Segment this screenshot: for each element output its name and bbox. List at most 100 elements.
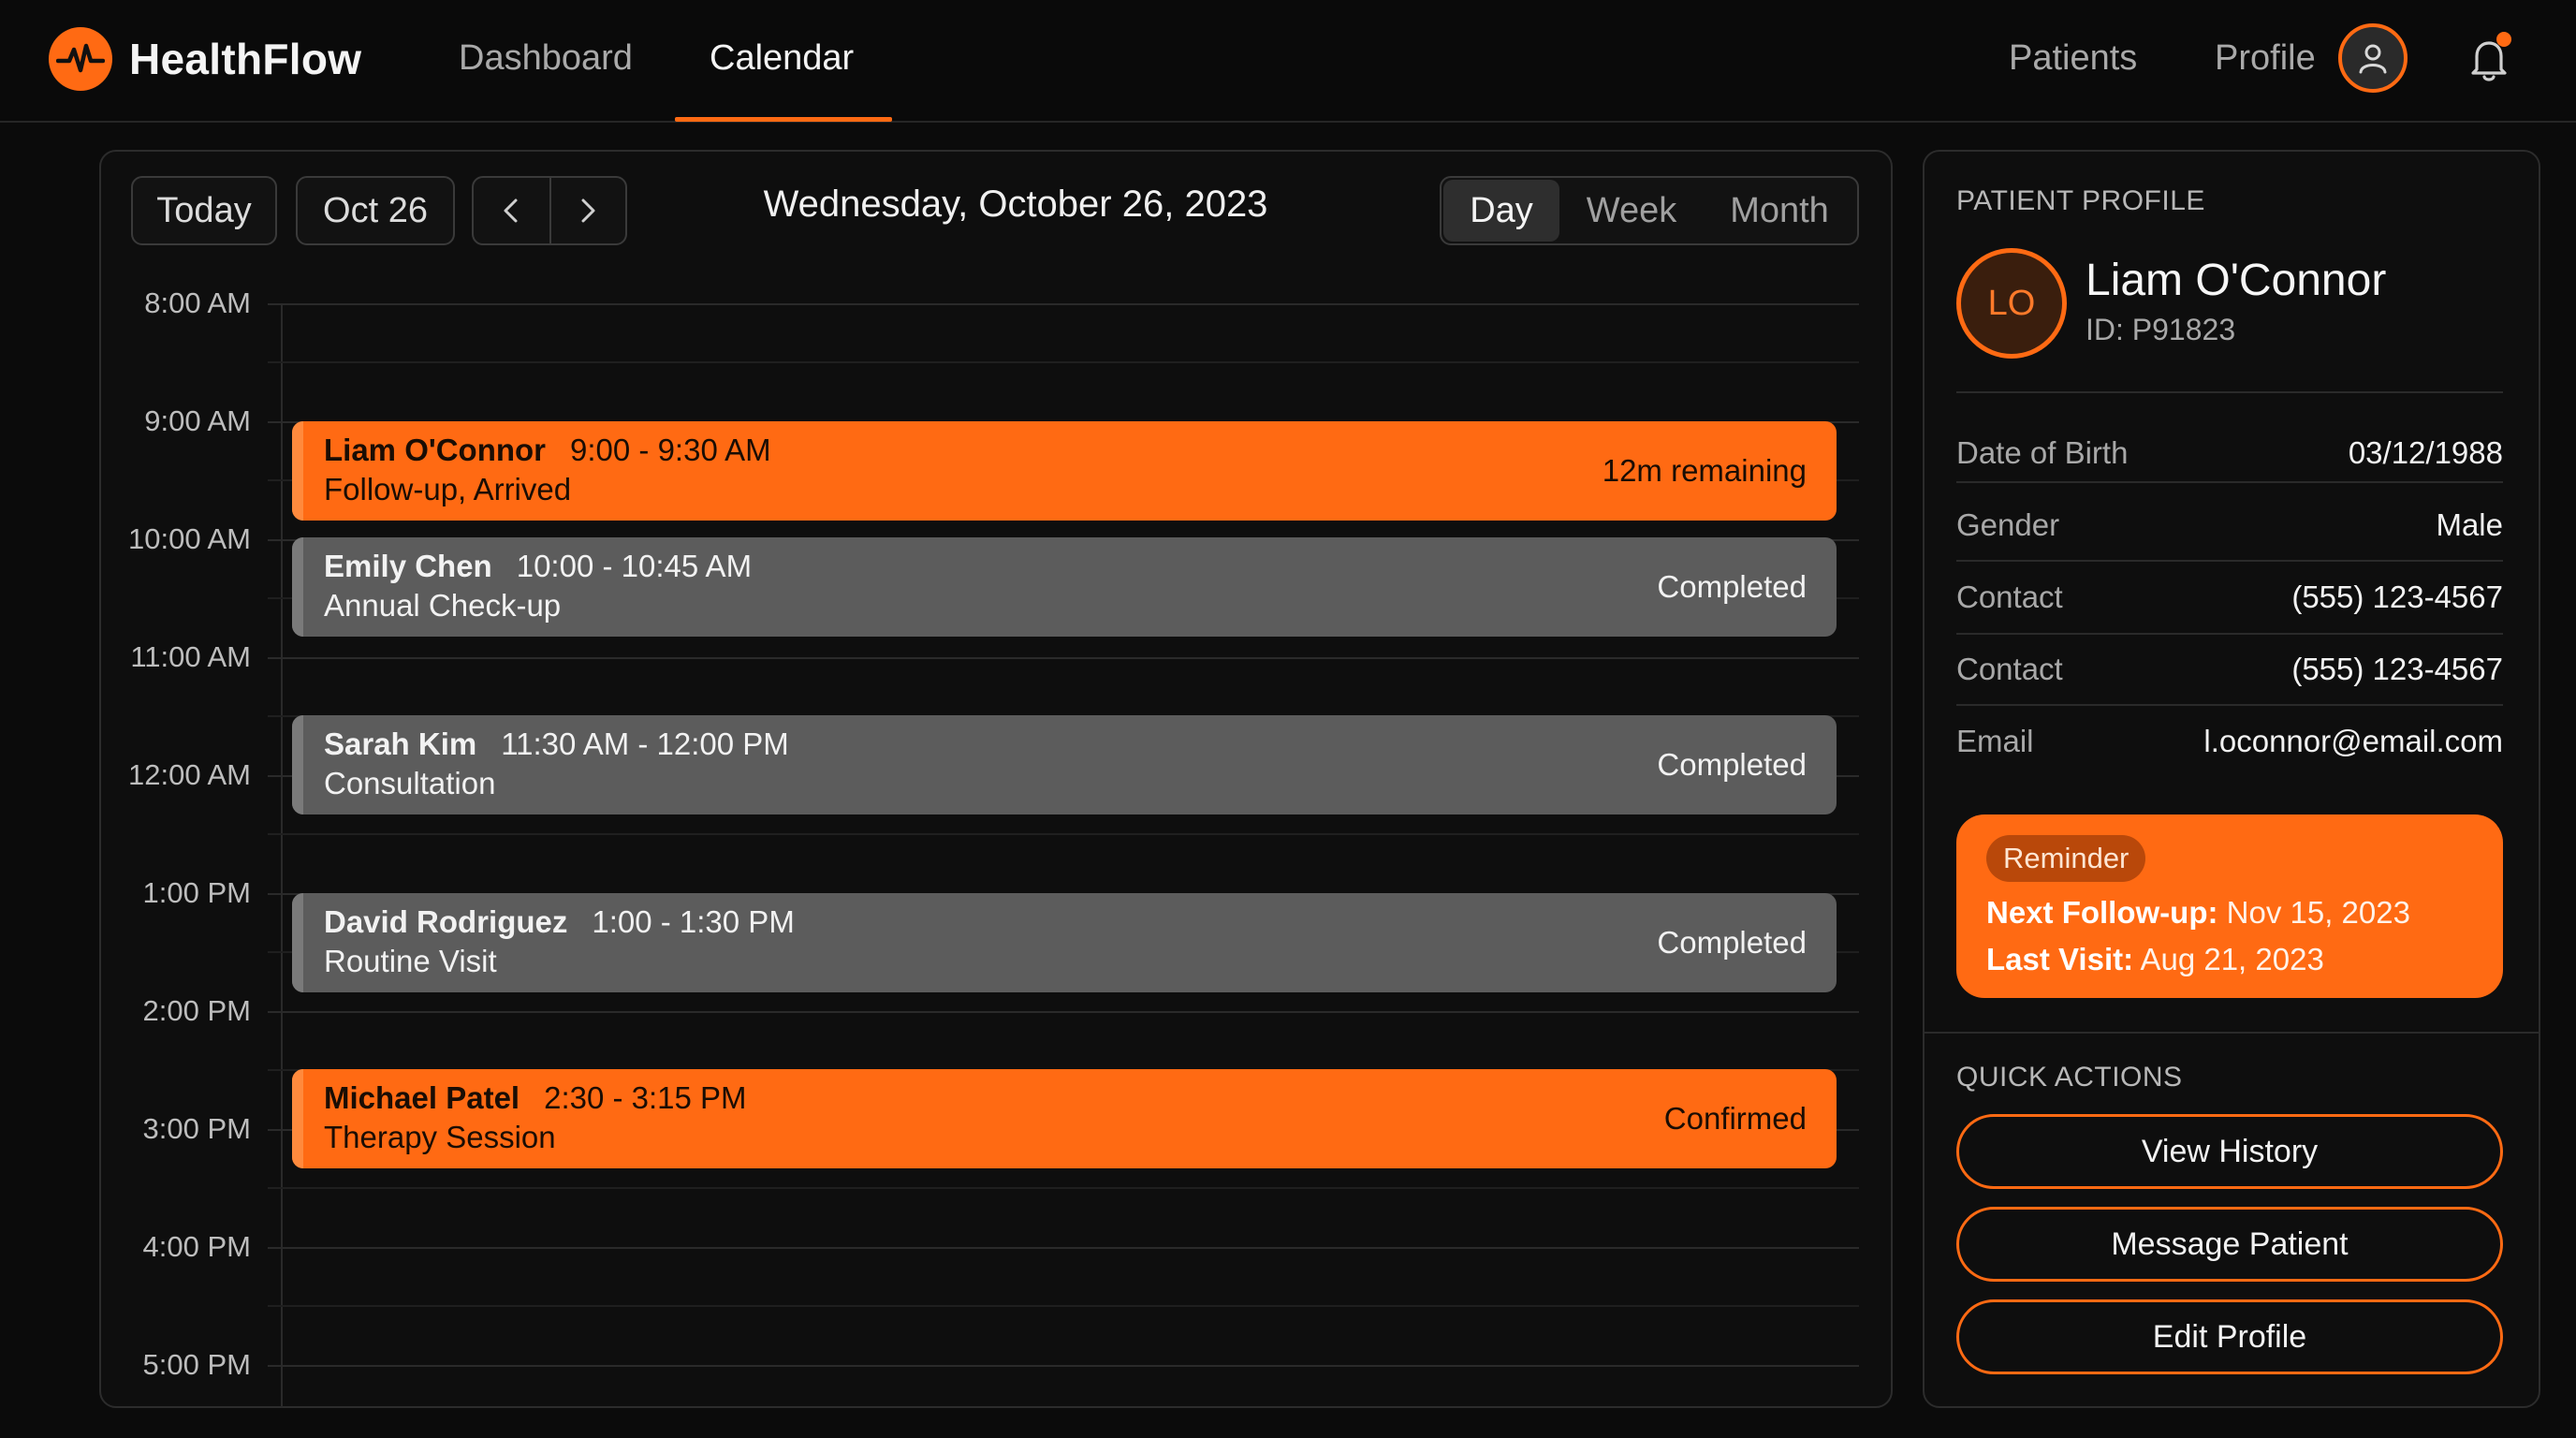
chevron-right-icon[interactable] xyxy=(549,178,625,243)
next-followup-value: Nov 15, 2023 xyxy=(2226,895,2410,930)
appointment-card[interactable]: Sarah Kim 11:30 AM - 12:00 PM Consultatio… xyxy=(292,715,1837,814)
info-row-email: Email l.oconnor@email.com xyxy=(1956,713,2503,770)
view-week[interactable]: Week xyxy=(1559,180,1704,242)
info-value: (555) 123-4567 xyxy=(2291,580,2503,614)
view-history-button[interactable]: View History xyxy=(1956,1114,2503,1189)
time-label: 8:00 AM xyxy=(144,286,251,319)
message-patient-button[interactable]: Message Patient xyxy=(1956,1207,2503,1282)
notification-dot xyxy=(2496,32,2511,47)
divider xyxy=(1956,391,2503,393)
active-tab-indicator xyxy=(675,117,892,122)
appointment-detail: Routine Visit xyxy=(324,944,497,978)
time-label: 5:00 PM xyxy=(142,1348,251,1381)
time-label: 11:00 AM xyxy=(130,640,251,673)
divider xyxy=(1956,633,2503,635)
info-row-contact: Contact (555) 123-4567 xyxy=(1956,569,2503,625)
info-value: 03/12/1988 xyxy=(2348,435,2503,470)
info-value[interactable]: l.oconnor@email.com xyxy=(2203,724,2503,759)
brand[interactable]: HealthFlow xyxy=(49,26,361,92)
appointment-patient: David Rodriguez xyxy=(324,904,568,939)
time-label: 4:00 PM xyxy=(142,1230,251,1263)
view-month[interactable]: Month xyxy=(1704,180,1855,242)
reminder-card: Reminder Next Follow-up: Nov 15, 2023 La… xyxy=(1956,814,2503,998)
view-toggle: Day Week Month xyxy=(1440,176,1859,245)
time-label: 2:00 PM xyxy=(142,994,251,1027)
appointment-status: Completed xyxy=(1657,925,1807,960)
appointment-time: 11:30 AM - 12:00 PM xyxy=(501,726,789,761)
avatar-initials: LO xyxy=(1987,283,2036,323)
appointment-card[interactable]: Michael Patel 2:30 - 3:15 PM Therapy Sess… xyxy=(292,1069,1837,1168)
appointment-card[interactable]: Emily Chen 10:00 - 10:45 AM Annual Check-… xyxy=(292,537,1837,637)
next-followup-label: Next Follow-up: xyxy=(1986,895,2218,930)
profile-section-title: PATIENT PROFILE xyxy=(1956,185,2205,216)
view-day[interactable]: Day xyxy=(1443,180,1559,242)
top-navigation: HealthFlow Dashboard Calendar Patients P… xyxy=(0,0,2576,123)
info-value: (555) 123-4567 xyxy=(2291,652,2503,686)
appointment-patient: Liam O'Connor xyxy=(324,433,547,467)
nav-patients[interactable]: Patients xyxy=(2009,34,2137,86)
appointment-time: 1:00 - 1:30 PM xyxy=(592,904,795,939)
info-label: Gender xyxy=(1956,507,2060,542)
divider xyxy=(1956,560,2503,562)
appointment-status: Completed xyxy=(1657,747,1807,782)
appointment-detail: Follow-up, Arrived xyxy=(324,472,572,506)
last-visit-value: Aug 21, 2023 xyxy=(2140,942,2324,976)
quick-actions-title: QUICK ACTIONS xyxy=(1956,1062,2183,1093)
appointment-status: 12m remaining xyxy=(1602,453,1807,488)
appointment-detail: Consultation xyxy=(324,766,496,800)
info-label: Email xyxy=(1956,724,2034,758)
appointment-time: 9:00 - 9:30 AM xyxy=(570,433,771,467)
nav-dashboard[interactable]: Dashboard xyxy=(459,34,633,86)
half-hour-line xyxy=(268,1305,1859,1307)
time-label: 1:00 PM xyxy=(142,876,251,909)
date-picker-button[interactable]: Oct 26 xyxy=(296,176,455,245)
time-label: 12:00 AM xyxy=(128,758,251,791)
info-label: Date of Birth xyxy=(1956,435,2129,470)
time-label: 3:00 PM xyxy=(142,1112,251,1145)
heartbeat-icon xyxy=(49,27,112,91)
nav-calendar[interactable]: Calendar xyxy=(710,34,854,86)
hour-line xyxy=(268,1011,1859,1013)
edit-profile-button[interactable]: Edit Profile xyxy=(1956,1299,2503,1374)
appointment-time: 2:30 - 3:15 PM xyxy=(544,1080,747,1115)
today-button[interactable]: Today xyxy=(131,176,277,245)
patient-name: Liam O'Connor xyxy=(2086,256,2387,305)
divider xyxy=(1956,481,2503,483)
nav-profile[interactable]: Profile xyxy=(2215,34,2316,86)
info-label: Contact xyxy=(1956,580,2063,614)
divider xyxy=(1925,1032,2539,1034)
hour-line xyxy=(268,1365,1859,1367)
hour-line xyxy=(268,303,1859,305)
divider xyxy=(1956,704,2503,706)
half-hour-line xyxy=(268,833,1859,835)
info-value: Male xyxy=(2436,507,2503,542)
appointment-detail: Therapy Session xyxy=(324,1120,556,1154)
time-label: 10:00 AM xyxy=(128,522,251,555)
app-name: HealthFlow xyxy=(129,35,362,83)
date-navigation xyxy=(472,176,627,245)
hour-line xyxy=(268,1247,1859,1249)
user-icon[interactable] xyxy=(2338,23,2408,93)
appointment-patient: Michael Patel xyxy=(324,1080,520,1115)
half-hour-line xyxy=(268,361,1859,363)
appointment-card[interactable]: David Rodriguez 1:00 - 1:30 PM Routine Vi… xyxy=(292,893,1837,992)
appointment-card[interactable]: Liam O'Connor 9:00 - 9:30 AM Follow-up, A… xyxy=(292,421,1837,521)
chevron-left-icon[interactable] xyxy=(474,178,549,243)
info-row-contact: Contact (555) 123-4567 xyxy=(1956,641,2503,697)
patient-id: ID: P91823 xyxy=(2086,313,2236,346)
appointment-time: 10:00 - 10:45 AM xyxy=(516,549,753,583)
info-row-dob: Date of Birth 03/12/1988 xyxy=(1956,425,2503,481)
appointment-status: Confirmed xyxy=(1663,1101,1807,1136)
calendar-date-title: Wednesday, October 26, 2023 xyxy=(763,183,1268,225)
info-label: Contact xyxy=(1956,652,2063,686)
reminder-badge: Reminder xyxy=(1986,835,2146,882)
info-row-gender: Gender Male xyxy=(1956,497,2503,553)
appointment-detail: Annual Check-up xyxy=(324,588,562,623)
avatar: LO xyxy=(1956,248,2067,359)
appointment-status: Completed xyxy=(1657,569,1807,604)
last-visit-label: Last Visit: xyxy=(1986,942,2134,976)
appointment-patient: Sarah Kim xyxy=(324,726,477,761)
time-label: 9:00 AM xyxy=(144,404,251,437)
appointment-patient: Emily Chen xyxy=(324,549,492,583)
half-hour-line xyxy=(268,1187,1859,1189)
